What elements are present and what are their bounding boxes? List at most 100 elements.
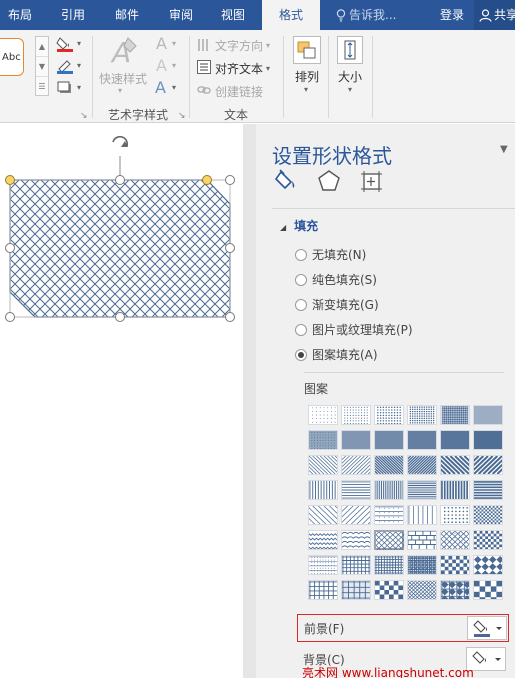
pattern-swatch[interactable] bbox=[473, 580, 503, 600]
size-button[interactable]: 大小 bbox=[338, 68, 362, 85]
shape-fill-icon[interactable] bbox=[56, 36, 74, 52]
radio-solid-fill[interactable]: 纯色填充(S) bbox=[295, 271, 377, 289]
pattern-swatch[interactable] bbox=[308, 480, 338, 500]
pattern-swatch[interactable] bbox=[341, 455, 371, 475]
pattern-swatch[interactable] bbox=[341, 505, 371, 525]
pattern-swatch[interactable] bbox=[374, 555, 404, 575]
pattern-swatch[interactable] bbox=[440, 505, 470, 525]
document-canvas[interactable] bbox=[0, 124, 243, 678]
size-caret-icon[interactable]: ▾ bbox=[348, 85, 352, 94]
pattern-swatch[interactable] bbox=[473, 505, 503, 525]
pattern-swatch[interactable] bbox=[374, 530, 404, 550]
pattern-swatch[interactable] bbox=[308, 555, 338, 575]
pattern-swatch[interactable] bbox=[407, 430, 437, 450]
text-effects-caret-icon[interactable]: ▾ bbox=[172, 83, 176, 92]
quick-styles-label[interactable]: 快速样式 bbox=[99, 70, 147, 87]
pattern-swatch[interactable] bbox=[440, 480, 470, 500]
shape-effects-icon[interactable] bbox=[56, 80, 74, 96]
pattern-swatch[interactable] bbox=[440, 530, 470, 550]
quick-styles-caret-icon[interactable]: ▾ bbox=[118, 86, 122, 95]
text-effects-icon[interactable]: A bbox=[155, 78, 166, 97]
arrange-button[interactable]: 排列 bbox=[295, 68, 319, 85]
fill-line-icon[interactable] bbox=[274, 168, 300, 194]
pattern-swatch[interactable] bbox=[407, 480, 437, 500]
align-text-caret-icon[interactable]: ▾ bbox=[266, 64, 270, 73]
tell-me-box[interactable]: 告诉我... bbox=[336, 0, 396, 30]
selected-shape[interactable] bbox=[0, 124, 243, 678]
create-link-button[interactable]: 创建链接 bbox=[215, 83, 263, 100]
arrange-icon[interactable] bbox=[293, 36, 321, 64]
adjust-handle[interactable] bbox=[5, 175, 15, 185]
resize-handle[interactable] bbox=[115, 312, 125, 322]
text-direction-caret-icon[interactable]: ▾ bbox=[266, 41, 270, 50]
pattern-swatch[interactable] bbox=[473, 555, 503, 575]
pattern-swatch[interactable] bbox=[407, 505, 437, 525]
scroll-up-icon[interactable]: ▲ bbox=[36, 37, 48, 57]
layout-properties-icon[interactable] bbox=[358, 168, 384, 194]
link-icon[interactable] bbox=[197, 83, 211, 97]
pattern-swatch[interactable] bbox=[308, 430, 338, 450]
pattern-swatch[interactable] bbox=[473, 530, 503, 550]
resize-handle[interactable] bbox=[5, 243, 15, 253]
shape-outline-caret-icon[interactable]: ▾ bbox=[77, 61, 81, 70]
pattern-swatch[interactable] bbox=[308, 530, 338, 550]
tab-layout[interactable]: 布局 bbox=[0, 0, 40, 30]
foreground-color-button[interactable] bbox=[467, 616, 507, 640]
shape-styles-launcher-icon[interactable]: ↘ bbox=[80, 111, 88, 121]
pattern-swatch[interactable] bbox=[374, 405, 404, 425]
radio-no-fill[interactable]: 无填充(N) bbox=[295, 246, 366, 264]
pattern-swatch[interactable] bbox=[473, 405, 503, 425]
pattern-swatch[interactable] bbox=[440, 455, 470, 475]
tab-references[interactable]: 引用 bbox=[48, 0, 98, 30]
pattern-swatch[interactable] bbox=[374, 430, 404, 450]
wordart-launcher-icon[interactable]: ↘ bbox=[178, 111, 186, 121]
snip-rectangle-shape[interactable] bbox=[9, 179, 231, 318]
share-button[interactable]: 共享 bbox=[474, 0, 515, 30]
pattern-swatch[interactable] bbox=[374, 505, 404, 525]
resize-handle[interactable] bbox=[5, 312, 15, 322]
pattern-swatch[interactable] bbox=[374, 580, 404, 600]
shape-effects-caret-icon[interactable]: ▾ bbox=[77, 83, 81, 92]
pattern-swatch[interactable] bbox=[308, 505, 338, 525]
tab-mailings[interactable]: 邮件 bbox=[102, 0, 152, 30]
resize-handle[interactable] bbox=[115, 175, 125, 185]
arrange-caret-icon[interactable]: ▾ bbox=[304, 85, 308, 94]
radio-button[interactable] bbox=[295, 349, 307, 361]
pattern-swatch[interactable] bbox=[440, 405, 470, 425]
text-direction-button[interactable]: 文字方向 bbox=[215, 37, 263, 54]
quick-styles-icon[interactable]: A bbox=[110, 36, 140, 68]
pattern-swatch[interactable] bbox=[341, 580, 371, 600]
tab-review[interactable]: 审阅 bbox=[156, 0, 206, 30]
pattern-swatch[interactable] bbox=[374, 455, 404, 475]
gallery-more-icon[interactable]: ☰ bbox=[36, 77, 48, 97]
radio-button[interactable] bbox=[295, 249, 307, 261]
align-text-button[interactable]: 对齐文本 bbox=[215, 60, 263, 77]
pattern-swatch[interactable] bbox=[473, 430, 503, 450]
text-direction-icon[interactable] bbox=[197, 38, 211, 52]
text-fill-caret-icon[interactable]: ▾ bbox=[172, 39, 176, 48]
pattern-swatch[interactable] bbox=[308, 455, 338, 475]
tab-view[interactable]: 视图 bbox=[208, 0, 258, 30]
text-fill-icon[interactable]: A bbox=[156, 34, 167, 53]
fill-section-toggle[interactable]: ◢ 填充 bbox=[280, 217, 318, 234]
text-outline-caret-icon[interactable]: ▾ bbox=[172, 61, 176, 70]
radio-pattern-fill[interactable]: 图案填充(A) bbox=[295, 346, 378, 364]
shape-style-sample[interactable]: Abc bbox=[0, 38, 24, 76]
pattern-swatch[interactable] bbox=[341, 405, 371, 425]
radio-button[interactable] bbox=[295, 299, 307, 311]
pattern-swatch[interactable] bbox=[407, 455, 437, 475]
pattern-swatch[interactable] bbox=[341, 430, 371, 450]
sign-in-link[interactable]: 登录 bbox=[440, 0, 464, 30]
shape-outline-icon[interactable] bbox=[56, 58, 74, 74]
tab-format[interactable]: 格式 bbox=[262, 0, 320, 30]
radio-picture-fill[interactable]: 图片或纹理填充(P) bbox=[295, 321, 413, 339]
pattern-swatch[interactable] bbox=[440, 580, 470, 600]
pattern-swatch[interactable] bbox=[374, 480, 404, 500]
scroll-down-icon[interactable]: ▼ bbox=[36, 57, 48, 77]
pattern-swatch[interactable] bbox=[407, 530, 437, 550]
pattern-swatch[interactable] bbox=[407, 405, 437, 425]
pattern-swatch[interactable] bbox=[308, 405, 338, 425]
radio-gradient-fill[interactable]: 渐变填充(G) bbox=[295, 296, 379, 314]
shape-fill-caret-icon[interactable]: ▾ bbox=[77, 39, 81, 48]
resize-handle[interactable] bbox=[225, 243, 235, 253]
